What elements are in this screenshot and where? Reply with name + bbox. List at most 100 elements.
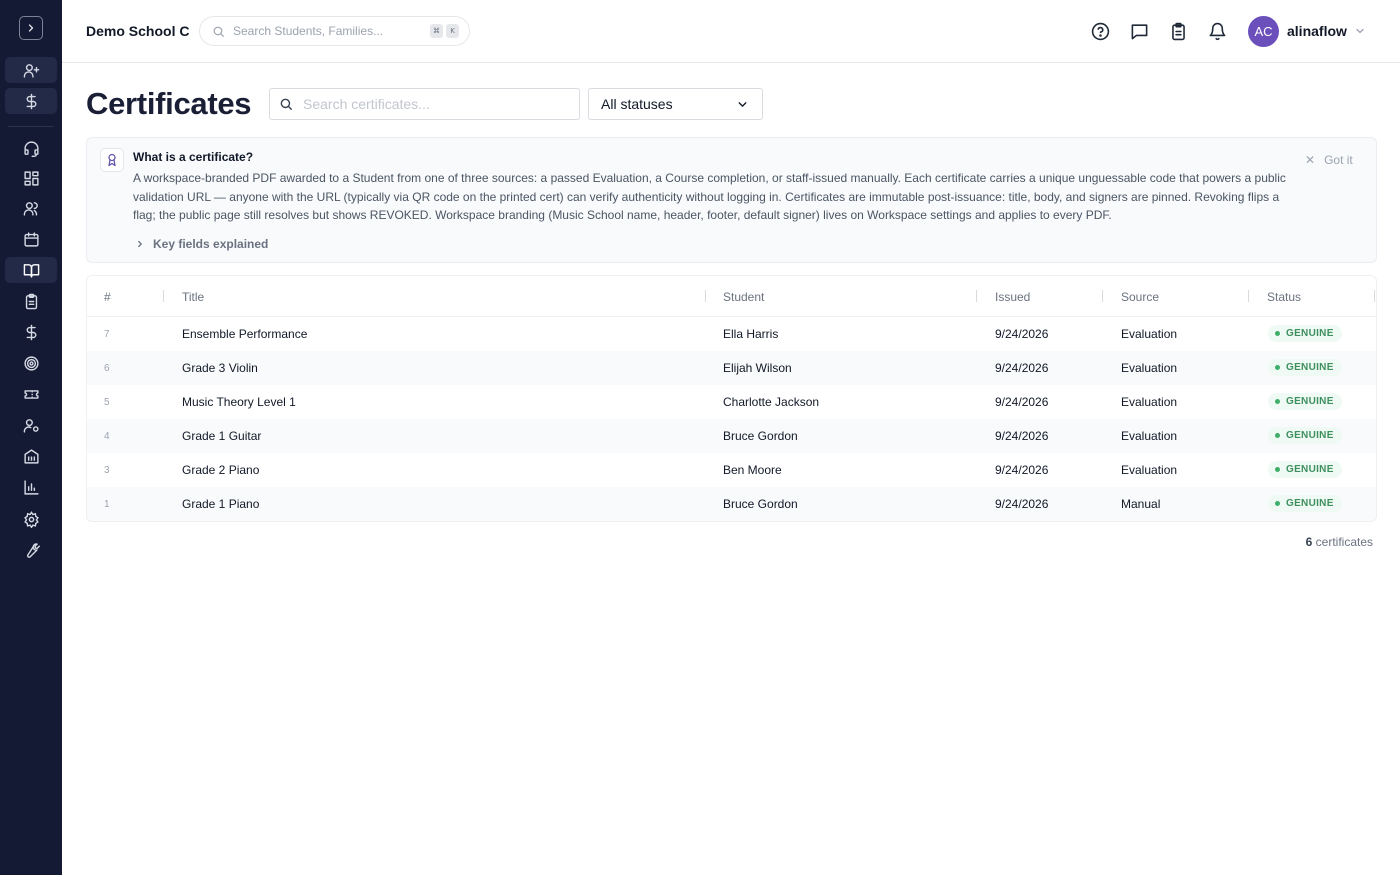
dashboard-grid-icon — [23, 170, 39, 186]
column-divider[interactable] — [1102, 290, 1103, 302]
status-dot — [1275, 467, 1280, 472]
ticket-icon — [23, 389, 39, 399]
column-header-source[interactable]: Source — [1121, 290, 1159, 304]
column-divider[interactable] — [1374, 290, 1375, 302]
certificate-title: Grade 1 Guitar — [182, 429, 262, 443]
dollar-icon — [26, 93, 36, 109]
table-row[interactable]: 4 Grade 1 Guitar Bruce Gordon 9/24/2026 … — [87, 419, 1376, 453]
issued-date: 9/24/2026 — [995, 429, 1049, 443]
gear-icon — [23, 510, 39, 528]
status-label: GENUINE — [1286, 498, 1334, 509]
column-divider[interactable] — [1248, 290, 1249, 302]
sidebar-item-calendar[interactable] — [5, 226, 57, 252]
row-number: 5 — [104, 397, 110, 408]
sidebar-toggle-button[interactable] — [19, 16, 43, 40]
info-callout: What is a certificate? A workspace-brand… — [86, 137, 1377, 263]
help-circle-icon — [1091, 22, 1109, 40]
tasks-button[interactable] — [1168, 21, 1188, 41]
sidebar-item-support[interactable] — [5, 135, 57, 161]
status-label: GENUINE — [1286, 362, 1334, 373]
notifications-button[interactable] — [1207, 21, 1227, 41]
sidebar-item-goals[interactable] — [5, 350, 57, 376]
sidebar-item-locations[interactable] — [5, 443, 57, 469]
users-icon — [23, 201, 38, 216]
headset-icon — [23, 140, 39, 157]
shortcut-key-k: K — [446, 24, 459, 38]
search-icon — [280, 98, 292, 110]
student-name: Bruce Gordon — [723, 497, 798, 511]
status-filter-select[interactable]: All statuses — [588, 88, 763, 120]
status-dot — [1275, 365, 1280, 370]
table-row[interactable]: 1 Grade 1 Piano Bruce Gordon 9/24/2026 M… — [87, 487, 1376, 521]
info-title: What is a certificate? — [133, 150, 254, 164]
sidebar-item-tools[interactable] — [5, 537, 57, 563]
column-header-status[interactable]: Status — [1267, 290, 1301, 304]
sidebar-item-dashboard[interactable] — [5, 165, 57, 191]
table-row[interactable]: 7 Ensemble Performance Ella Harris 9/24/… — [87, 317, 1376, 351]
status-label: GENUINE — [1286, 430, 1334, 441]
certificate-title: Grade 2 Piano — [182, 463, 260, 477]
status-dot — [1275, 501, 1280, 506]
user-settings-icon — [23, 418, 39, 433]
sidebar-item-students[interactable] — [5, 195, 57, 221]
column-header-title[interactable]: Title — [182, 290, 204, 304]
status-dot — [1275, 433, 1280, 438]
sidebar-item-staff[interactable] — [5, 412, 57, 438]
clipboard-icon — [25, 293, 37, 309]
status-badge: GENUINE — [1268, 461, 1342, 478]
bar-chart-icon — [23, 479, 39, 495]
row-number: 1 — [104, 499, 110, 510]
column-header-number[interactable]: # — [104, 290, 111, 304]
school-name[interactable]: Demo School C — [86, 23, 189, 39]
status-badge: GENUINE — [1268, 359, 1342, 376]
key-fields-toggle[interactable]: Key fields explained — [135, 237, 268, 251]
sidebar-item-assignments[interactable] — [5, 288, 57, 314]
certificate-count-label: certificates — [1312, 535, 1373, 549]
user-name[interactable]: alinaflow — [1287, 23, 1347, 39]
close-icon: ✕ — [1305, 153, 1316, 167]
global-search-input[interactable]: Search Students, Families... ⌘ K — [199, 16, 470, 46]
student-name: Elijah Wilson — [723, 361, 792, 375]
certificate-title: Ensemble Performance — [182, 327, 308, 341]
source: Manual — [1121, 497, 1161, 511]
column-divider[interactable] — [705, 290, 706, 302]
sidebar-item-settings[interactable] — [5, 506, 57, 532]
issued-date: 9/24/2026 — [995, 327, 1049, 341]
sidebar-item-add-student[interactable] — [5, 57, 57, 83]
avatar[interactable]: AC — [1248, 16, 1279, 47]
column-header-issued[interactable]: Issued — [995, 290, 1030, 304]
source: Evaluation — [1121, 463, 1178, 477]
column-header-student[interactable]: Student — [723, 290, 764, 304]
table-header: # Title Student Issued Source Status — [87, 276, 1376, 317]
certificate-count: 6 certificates — [1240, 535, 1373, 549]
column-divider[interactable] — [163, 290, 164, 302]
building-icon — [23, 448, 39, 464]
global-search-placeholder: Search Students, Families... — [233, 24, 384, 38]
user-plus-icon — [23, 63, 39, 78]
sidebar-item-payments[interactable] — [5, 319, 57, 345]
certificate-search-input[interactable]: Search certificates... — [269, 88, 580, 120]
status-badge: GENUINE — [1268, 427, 1342, 444]
sidebar-item-reports[interactable] — [5, 474, 57, 500]
sidebar-item-courses[interactable] — [5, 257, 57, 283]
dismiss-info-button[interactable]: ✕ Got it — [1305, 153, 1353, 167]
chevron-down-icon[interactable] — [1354, 25, 1366, 37]
issued-date: 9/24/2026 — [995, 361, 1049, 375]
column-divider[interactable] — [976, 290, 977, 302]
dismiss-label: Got it — [1324, 153, 1353, 167]
certificate-title: Grade 1 Piano — [182, 497, 260, 511]
sidebar-item-billing[interactable] — [5, 88, 57, 114]
wrench-icon — [26, 542, 40, 558]
table-row[interactable]: 6 Grade 3 Violin Elijah Wilson 9/24/2026… — [87, 351, 1376, 385]
table-row[interactable]: 5 Music Theory Level 1 Charlotte Jackson… — [87, 385, 1376, 419]
certificate-title: Music Theory Level 1 — [182, 395, 296, 409]
messages-button[interactable] — [1129, 21, 1149, 41]
issued-date: 9/24/2026 — [995, 395, 1049, 409]
table-row[interactable]: 3 Grade 2 Piano Ben Moore 9/24/2026 Eval… — [87, 453, 1376, 487]
sidebar-item-events[interactable] — [5, 381, 57, 407]
status-dot — [1275, 399, 1280, 404]
row-number: 6 — [104, 363, 110, 374]
certificate-search-placeholder: Search certificates... — [303, 96, 430, 112]
help-button[interactable] — [1090, 21, 1110, 41]
chevron-right-icon — [28, 24, 34, 32]
